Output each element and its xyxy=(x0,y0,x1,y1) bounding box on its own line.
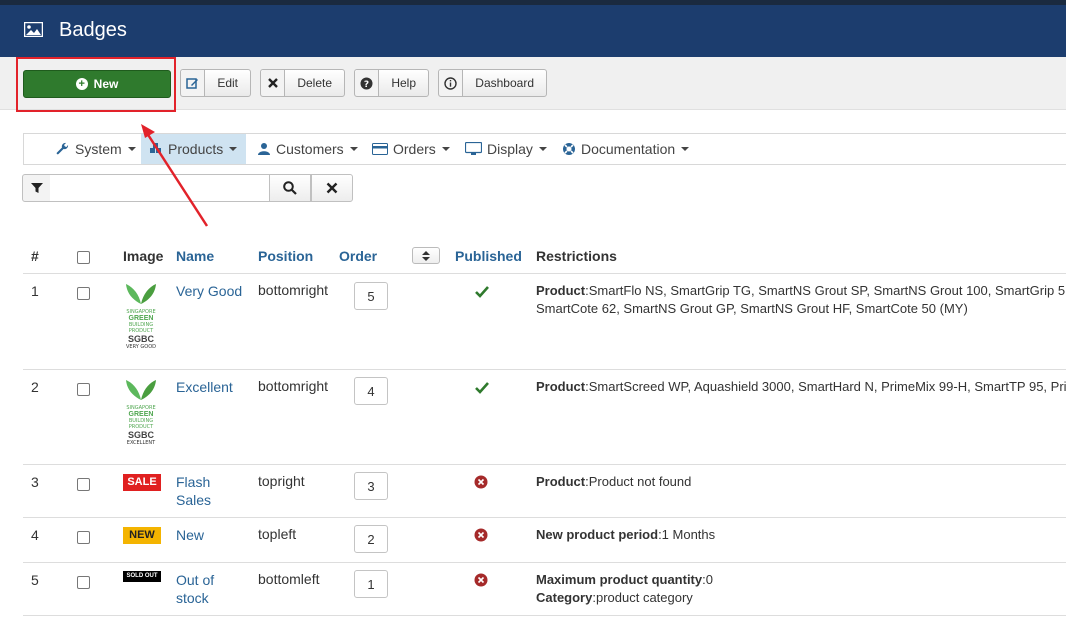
row-number: 2 xyxy=(31,379,39,395)
close-icon xyxy=(326,182,338,194)
col-published[interactable]: Published xyxy=(455,248,522,264)
unpublished-icon[interactable] xyxy=(474,573,488,587)
row-number: 3 xyxy=(31,474,39,490)
dashboard-button[interactable]: Dashboard xyxy=(438,69,547,97)
row-checkbox[interactable] xyxy=(77,383,90,396)
order-input[interactable] xyxy=(354,570,388,598)
clear-search-button[interactable] xyxy=(311,174,353,202)
restrictions-text: New product period:1 Months xyxy=(536,527,716,542)
col-number: # xyxy=(31,248,39,264)
filter-icon[interactable] xyxy=(22,174,51,202)
row-number: 5 xyxy=(31,572,39,588)
unpublished-icon[interactable] xyxy=(474,528,488,542)
question-icon: ? xyxy=(355,70,380,96)
annotation-arrow xyxy=(141,124,209,227)
row-number: 1 xyxy=(31,283,39,299)
row-checkbox[interactable] xyxy=(77,576,90,589)
sort-icon xyxy=(422,250,430,261)
unpublished-icon[interactable] xyxy=(474,475,488,489)
new-button[interactable]: + New xyxy=(23,70,171,98)
position-value: topleft xyxy=(258,526,297,542)
col-image: Image xyxy=(123,248,164,264)
menu-documentation[interactable]: Documentation xyxy=(554,134,697,164)
menu-system[interactable]: System xyxy=(48,134,144,164)
row-number: 4 xyxy=(31,527,39,543)
restrictions-text: Product:Product not found xyxy=(536,474,692,489)
new-badge-image: NEW xyxy=(123,527,161,544)
credit-card-icon xyxy=(372,143,388,155)
wrench-icon xyxy=(56,142,69,155)
menu-orders-label: Orders xyxy=(393,141,436,157)
search-button[interactable] xyxy=(269,174,311,202)
select-all-checkbox[interactable] xyxy=(77,251,90,264)
table-row: 3 SALE FlashSales topright Product:Produ… xyxy=(23,465,1066,518)
delete-label: Delete xyxy=(297,76,332,90)
lifebuoy-icon xyxy=(563,143,575,155)
table-row: 4 NEW New topleft New product period:1 M… xyxy=(23,518,1066,563)
order-input[interactable] xyxy=(354,377,388,405)
position-value: bottomright xyxy=(258,378,329,394)
help-label: Help xyxy=(391,76,416,90)
col-restrictions: Restrictions xyxy=(536,248,617,264)
plus-circle-icon: + xyxy=(75,78,88,90)
restrictions-text: Product:SmartScreed WP, Aquashield 3000,… xyxy=(536,379,1066,394)
published-check-icon[interactable] xyxy=(475,286,489,298)
edit-button[interactable]: Edit xyxy=(180,69,251,97)
col-order[interactable]: Order xyxy=(339,248,377,264)
position-value: bottomright xyxy=(258,282,329,298)
restrictions-text: Maximum product quantity:0 Category:prod… xyxy=(536,572,713,605)
badge-name-link[interactable]: Excellent xyxy=(176,378,233,396)
delete-button[interactable]: Delete xyxy=(260,69,345,97)
menu-documentation-label: Documentation xyxy=(581,141,676,157)
badge-name-link[interactable]: Out of stock xyxy=(176,571,214,607)
dashboard-label: Dashboard xyxy=(475,76,534,90)
order-input[interactable] xyxy=(354,282,388,310)
menu-customers-label: Customers xyxy=(276,141,344,157)
badge-name-link[interactable]: Very Good xyxy=(176,282,242,300)
table-row: 2 SINGAPORE GREEN BUILDING PRODUCT SGBC … xyxy=(23,370,1066,465)
monitor-icon xyxy=(465,142,482,155)
search-icon xyxy=(283,181,297,195)
user-icon xyxy=(258,143,270,155)
menu-system-label: System xyxy=(75,141,122,157)
sgbc-very-good-badge-image: SINGAPORE GREEN BUILDING PRODUCT SGBC VE… xyxy=(123,282,159,354)
svg-text:?: ? xyxy=(364,80,369,90)
help-button[interactable]: ? Help xyxy=(354,69,429,97)
page-title: Badges xyxy=(59,19,127,41)
table-row: 1 SINGAPORE GREEN BUILDING PRODUCT SGBC … xyxy=(23,274,1066,370)
table-header: # Image Name Position Order Published Re… xyxy=(23,238,1066,274)
info-icon xyxy=(439,70,464,96)
menu-orders[interactable]: Orders xyxy=(364,134,458,164)
order-input[interactable] xyxy=(354,525,388,553)
order-input[interactable] xyxy=(354,472,388,500)
edit-icon xyxy=(181,70,206,96)
sgbc-excellent-badge-image: SINGAPORE GREEN BUILDING PRODUCT SGBC EX… xyxy=(123,378,159,450)
save-order-button[interactable] xyxy=(412,247,440,264)
col-name[interactable]: Name xyxy=(176,248,214,264)
badge-name-link[interactable]: Flash Sales xyxy=(176,473,211,509)
menu-customers[interactable]: Customers xyxy=(249,134,366,164)
restrictions-text: Product:SmartFlo NS, SmartGrip TG, Smart… xyxy=(536,283,1066,316)
image-icon xyxy=(24,22,43,37)
row-checkbox[interactable] xyxy=(77,287,90,300)
row-checkbox[interactable] xyxy=(77,478,90,491)
row-checkbox[interactable] xyxy=(77,531,90,544)
position-value: topright xyxy=(258,473,305,489)
position-value: bottomleft xyxy=(258,571,320,587)
menu-display[interactable]: Display xyxy=(457,134,555,164)
page-header: Badges xyxy=(0,5,1066,57)
table-row: 5 SOLD OUT Out ofstock bottomleft Maximu… xyxy=(23,563,1066,616)
col-position[interactable]: Position xyxy=(258,248,313,264)
sold-out-badge-image: SOLD OUT xyxy=(123,571,161,582)
close-icon xyxy=(261,70,286,96)
badge-name-link[interactable]: New xyxy=(176,526,204,544)
new-button-label: New xyxy=(93,77,119,91)
published-check-icon[interactable] xyxy=(475,382,489,394)
edit-label: Edit xyxy=(217,76,238,90)
toolbar: + New Edit Delete ? Help Dashboard xyxy=(0,57,1066,110)
menu-display-label: Display xyxy=(487,141,533,157)
sale-badge-image: SALE xyxy=(123,474,161,491)
